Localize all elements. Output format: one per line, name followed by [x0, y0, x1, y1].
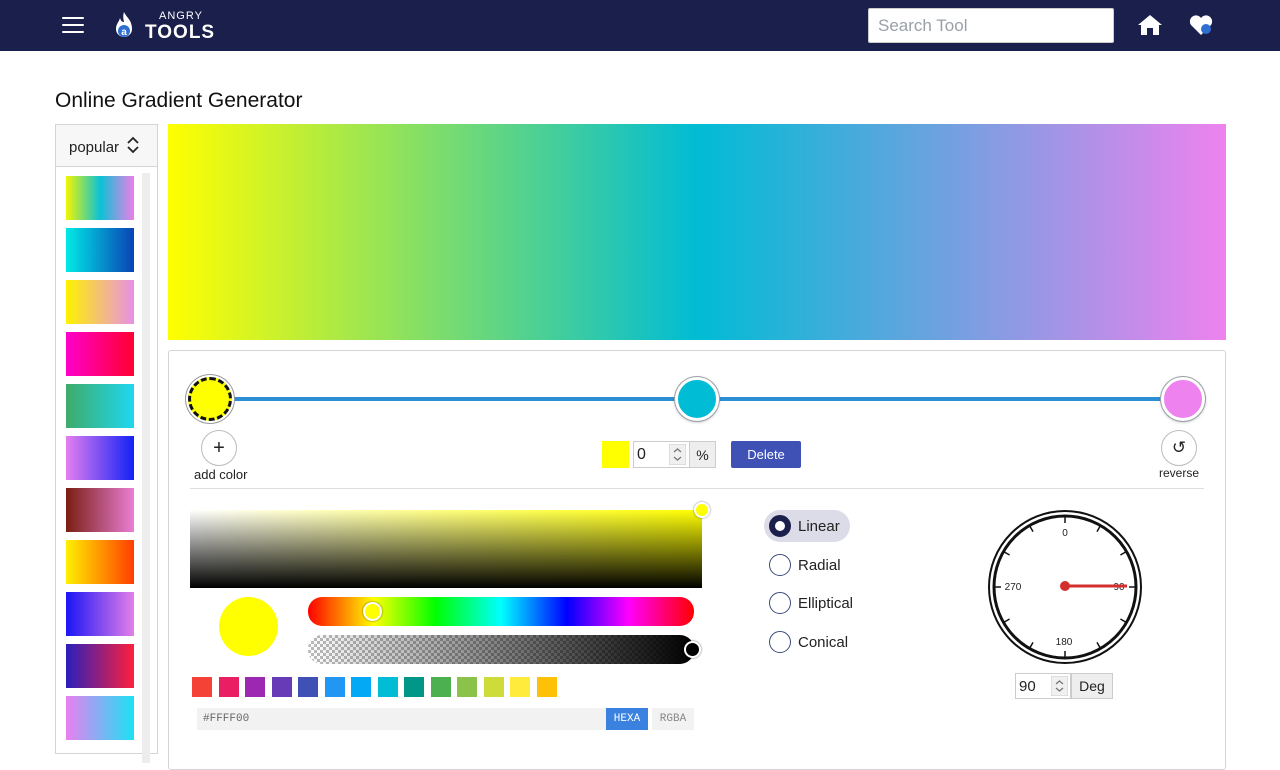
palette-color-5[interactable] [324, 677, 345, 697]
preset-gradient-9[interactable] [66, 644, 134, 688]
top-navbar: a ANGRY TOOLS [0, 0, 1280, 51]
color-palette [192, 677, 563, 697]
delete-stop-button[interactable]: Delete [731, 441, 801, 468]
dial-label-left: 270 [1005, 582, 1022, 593]
color-stop-0[interactable] [188, 377, 232, 421]
percent-unit: % [690, 441, 716, 468]
degree-unit: Deg [1071, 673, 1113, 699]
add-color-label: add color [194, 467, 248, 482]
type-label-elliptical: Elliptical [798, 594, 854, 612]
hex-value-input[interactable] [197, 708, 606, 730]
gradient-preview [168, 124, 1226, 340]
type-label-radial: Radial [798, 556, 841, 574]
angle-spinner-icon[interactable] [1051, 676, 1068, 696]
color-stop-50[interactable] [675, 377, 719, 421]
radio-selected-icon [769, 515, 791, 537]
dial-label-top: 0 [1062, 528, 1068, 539]
preset-gradient-0[interactable] [66, 176, 134, 220]
palette-color-3[interactable] [271, 677, 292, 697]
type-label-linear: Linear [798, 517, 840, 535]
search-input[interactable] [868, 8, 1114, 43]
home-icon[interactable] [1137, 13, 1163, 37]
color-stop-100[interactable] [1161, 377, 1205, 421]
preset-gradient-6[interactable] [66, 488, 134, 532]
saturation-handle[interactable] [694, 502, 710, 518]
preset-gradient-8[interactable] [66, 592, 134, 636]
page-title: Online Gradient Generator [55, 89, 303, 112]
alpha-handle[interactable] [684, 641, 701, 658]
palette-color-10[interactable] [457, 677, 477, 697]
palette-color-2[interactable] [245, 677, 265, 697]
favorites-icon[interactable] [1188, 13, 1214, 37]
type-option-linear[interactable]: Linear [764, 510, 850, 542]
current-color-preview [219, 597, 278, 656]
type-label-conical: Conical [798, 633, 849, 651]
up-down-chevron-icon [127, 136, 139, 154]
logo-text-small: ANGRY [159, 10, 203, 22]
divider [190, 488, 1204, 489]
add-color-button[interactable]: + [201, 430, 237, 466]
reverse-button[interactable]: ↺ [1161, 430, 1197, 466]
palette-color-9[interactable] [430, 677, 451, 697]
preset-gradient-4[interactable] [66, 384, 134, 428]
hexa-mode-button[interactable]: HEXA [606, 708, 648, 730]
saturation-value-area[interactable] [190, 510, 702, 588]
preset-category-label: popular [69, 139, 120, 156]
dial-label-bottom: 180 [1056, 637, 1073, 648]
alpha-slider[interactable] [308, 635, 694, 664]
logo-flame-icon: a [116, 12, 132, 38]
preset-scrollbar[interactable] [142, 173, 150, 763]
hue-handle[interactable] [363, 602, 382, 621]
type-option-radial[interactable]: Radial [764, 549, 851, 581]
preset-gradient-2[interactable] [66, 280, 134, 324]
palette-color-8[interactable] [404, 677, 424, 697]
preset-gradient-5[interactable] [66, 436, 134, 480]
dial-center [1060, 581, 1070, 591]
preset-sidebar: popular [55, 124, 158, 763]
preset-category-select[interactable]: popular [56, 125, 157, 167]
preset-gradient-1[interactable] [66, 228, 134, 272]
type-option-conical[interactable]: Conical [764, 626, 858, 658]
palette-color-13[interactable] [536, 677, 557, 697]
radio-empty-icon [769, 592, 791, 614]
palette-color-1[interactable] [218, 677, 239, 697]
preset-gradient-7[interactable] [66, 540, 134, 584]
angle-dial[interactable]: 0 90 180 270 [987, 509, 1143, 665]
preset-gradient-3[interactable] [66, 332, 134, 376]
palette-color-11[interactable] [483, 677, 504, 697]
logo-text-big: TOOLS [145, 22, 216, 43]
palette-color-7[interactable] [377, 677, 398, 697]
preset-list [66, 176, 136, 748]
position-spinner-icon[interactable] [669, 444, 686, 465]
palette-color-6[interactable] [351, 677, 371, 697]
active-stop-swatch[interactable] [602, 441, 629, 468]
radio-empty-icon [769, 554, 791, 576]
reverse-label: reverse [1159, 466, 1200, 480]
radio-empty-icon [769, 631, 791, 653]
preset-gradient-10[interactable] [66, 696, 134, 740]
palette-color-12[interactable] [510, 677, 530, 697]
rgba-mode-button[interactable]: RGBA [652, 708, 694, 730]
svg-text:a: a [121, 27, 127, 38]
palette-color-0[interactable] [192, 677, 212, 697]
type-option-elliptical[interactable]: Elliptical [764, 587, 863, 619]
palette-color-4[interactable] [298, 677, 318, 697]
menu-icon[interactable] [62, 17, 84, 35]
